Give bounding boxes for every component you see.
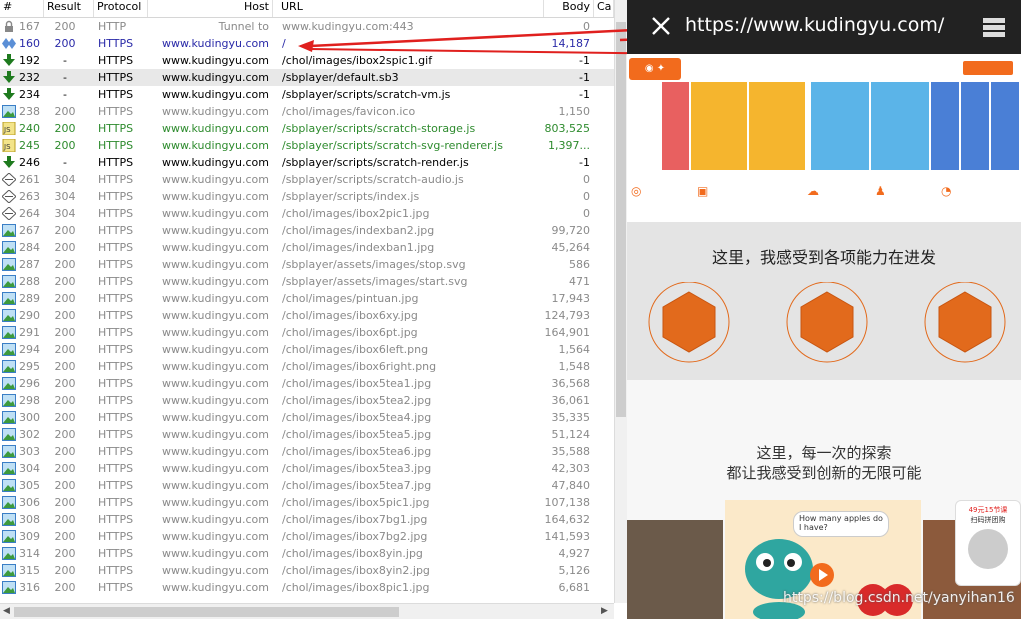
course-col-7[interactable]	[961, 82, 989, 170]
course-col-6[interactable]	[931, 82, 959, 170]
feature-icon-5: ◔	[941, 184, 952, 198]
course-col-8[interactable]	[991, 82, 1019, 170]
feature-icon-3: ☁	[807, 184, 819, 198]
course-col-5[interactable]	[871, 82, 929, 170]
qr-code	[968, 529, 1008, 569]
browser-toolbar: https://www.kudingyu.com/	[627, 0, 1021, 54]
speech-bubble: How many apples do I have?	[793, 511, 889, 537]
course-col-3[interactable]	[749, 82, 805, 170]
play-icon[interactable]	[809, 562, 835, 588]
feature-strip: ◎ ▣ ☁ ♟ ◔	[627, 172, 1021, 223]
close-icon[interactable]	[649, 14, 673, 38]
course-col-4[interactable]	[811, 82, 869, 170]
watermark: https://blog.csdn.net/yanyihan16	[783, 590, 1015, 606]
feature-icon-2: ▣	[697, 184, 709, 198]
feature-icon-1: ◎	[631, 184, 642, 198]
promo-card[interactable]: 49元15节课 扫码拼团购	[955, 500, 1021, 586]
login-button[interactable]	[963, 61, 1013, 75]
promo-price: 49元15节课	[968, 506, 1008, 514]
hero-abilities-title: 这里，我感受到各项能力在进发	[711, 248, 936, 267]
hero-abilities: 这里，我感受到各项能力在进发	[627, 222, 1021, 380]
ability-radar-charts	[648, 282, 1006, 363]
left-thumbnail[interactable]	[627, 520, 723, 619]
site-header	[627, 54, 1021, 83]
hero-explore-line2: 都让我感受到创新的无限可能	[726, 464, 922, 482]
tabs-icon[interactable]	[981, 16, 1007, 38]
address-bar[interactable]: https://www.kudingyu.com/	[685, 14, 944, 36]
course-col-2[interactable]	[691, 82, 747, 170]
hero-explore-line1: 这里，每一次的探索	[756, 444, 892, 462]
course-grid	[627, 82, 1021, 172]
course-col-1[interactable]	[662, 82, 689, 170]
feature-icon-4: ♟	[875, 184, 886, 198]
site-logo[interactable]: ◉ ✦	[629, 58, 681, 80]
promo-subtitle: 扫码拼团购	[970, 516, 1006, 524]
mobile-browser: https://www.kudingyu.com/ ◉ ✦ ◎ ▣ ☁ ♟ ◔ …	[627, 0, 1021, 619]
